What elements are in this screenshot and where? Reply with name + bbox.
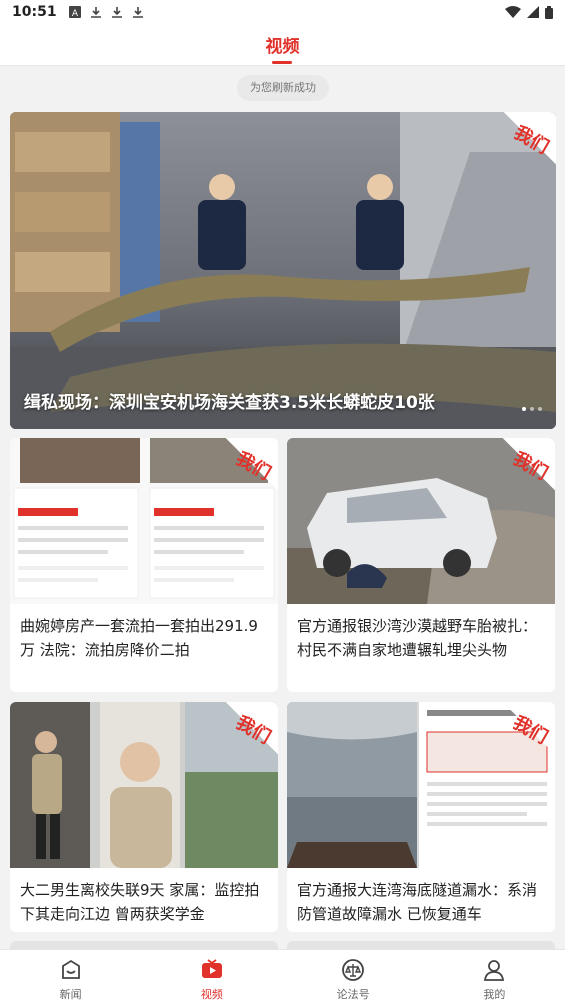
hero-thumbnail <box>10 112 556 429</box>
nav-law[interactable]: 论法号 <box>283 950 424 1004</box>
nav-label: 我的 <box>483 988 506 1001</box>
profile-icon <box>484 960 505 981</box>
status-time: 10:51 <box>12 4 57 20</box>
card-thumbnail: 我们 <box>10 702 278 868</box>
text-a-icon: A <box>68 6 81 18</box>
nav-profile[interactable]: 我的 <box>424 950 565 1004</box>
video-icon <box>201 959 222 978</box>
refresh-toast: 为您刷新成功 <box>237 75 329 101</box>
battery-icon <box>545 5 553 19</box>
card-badge: 我们 <box>481 702 555 776</box>
carousel-dot <box>538 407 542 411</box>
hero-video-card[interactable]: 我们 缉私现场：深圳宝安机场海关查获3.5米长蟒蛇皮10张 <box>10 112 556 429</box>
video-card[interactable]: 我们 曲婉婷房产一套流拍一套拍出291.9万 法院：流拍房降价二拍 <box>10 438 278 692</box>
card-badge: 我们 <box>481 438 555 512</box>
nav-label: 论法号 <box>336 988 370 1001</box>
hero-title: 缉私现场：深圳宝安机场海关查获3.5米长蟒蛇皮10张 <box>24 393 435 413</box>
card-thumbnail: 我们 <box>10 438 278 604</box>
download-icon <box>111 7 122 18</box>
card-badge: 我们 <box>204 702 278 776</box>
card-title: 官方通报大连湾海底隧道漏水：系消防管道故障漏水 已恢复通车 <box>297 881 538 923</box>
title-underline <box>272 61 292 64</box>
card-title: 官方通报银沙湾沙漠越野车胎被扎：村民不满自家地遭辗轧埋尖头物 <box>297 617 538 659</box>
download-icon <box>90 7 101 18</box>
video-card[interactable]: 我们 大二男生离校失联9天 家属：监控拍下其走向江边 曾两获奖学金 <box>10 702 278 932</box>
page-title[interactable]: 视频 <box>0 32 565 57</box>
video-card[interactable]: 我们 官方通报银沙湾沙漠越野车胎被扎：村民不满自家地遭辗轧埋尖头物 <box>287 438 555 692</box>
video-card[interactable]: 我们 官方通报大连湾海底隧道漏水：系消防管道故障漏水 已恢复通车 <box>287 702 555 932</box>
news-icon <box>61 959 80 979</box>
card-badge: 我们 <box>204 438 278 512</box>
nav-label: 新闻 <box>59 988 82 1001</box>
bottom-nav: 新闻 视频 论法号 我的 <box>0 949 565 1004</box>
nav-video[interactable]: 视频 <box>141 950 282 1004</box>
card-title: 大二男生离校失联9天 家属：监控拍下其走向江边 曾两获奖学金 <box>20 881 260 923</box>
carousel-dots <box>522 407 542 411</box>
nav-label: 视频 <box>200 988 223 1001</box>
wifi-icon <box>505 6 521 18</box>
status-bar: 10:51 A <box>0 0 565 24</box>
svg-text:A: A <box>71 9 78 18</box>
carousel-dot <box>522 407 526 411</box>
law-scale-icon <box>342 959 365 981</box>
signal-icon <box>527 6 539 18</box>
download-icon <box>132 7 143 18</box>
card-title: 曲婉婷房产一套流拍一套拍出291.9万 法院：流拍房降价二拍 <box>20 617 258 659</box>
carousel-dot <box>530 407 534 411</box>
card-thumbnail: 我们 <box>287 438 555 604</box>
nav-news[interactable]: 新闻 <box>0 950 141 1004</box>
top-header: 视频 <box>0 24 565 66</box>
card-thumbnail: 我们 <box>287 702 555 868</box>
hero-badge: 我们 <box>482 112 556 186</box>
